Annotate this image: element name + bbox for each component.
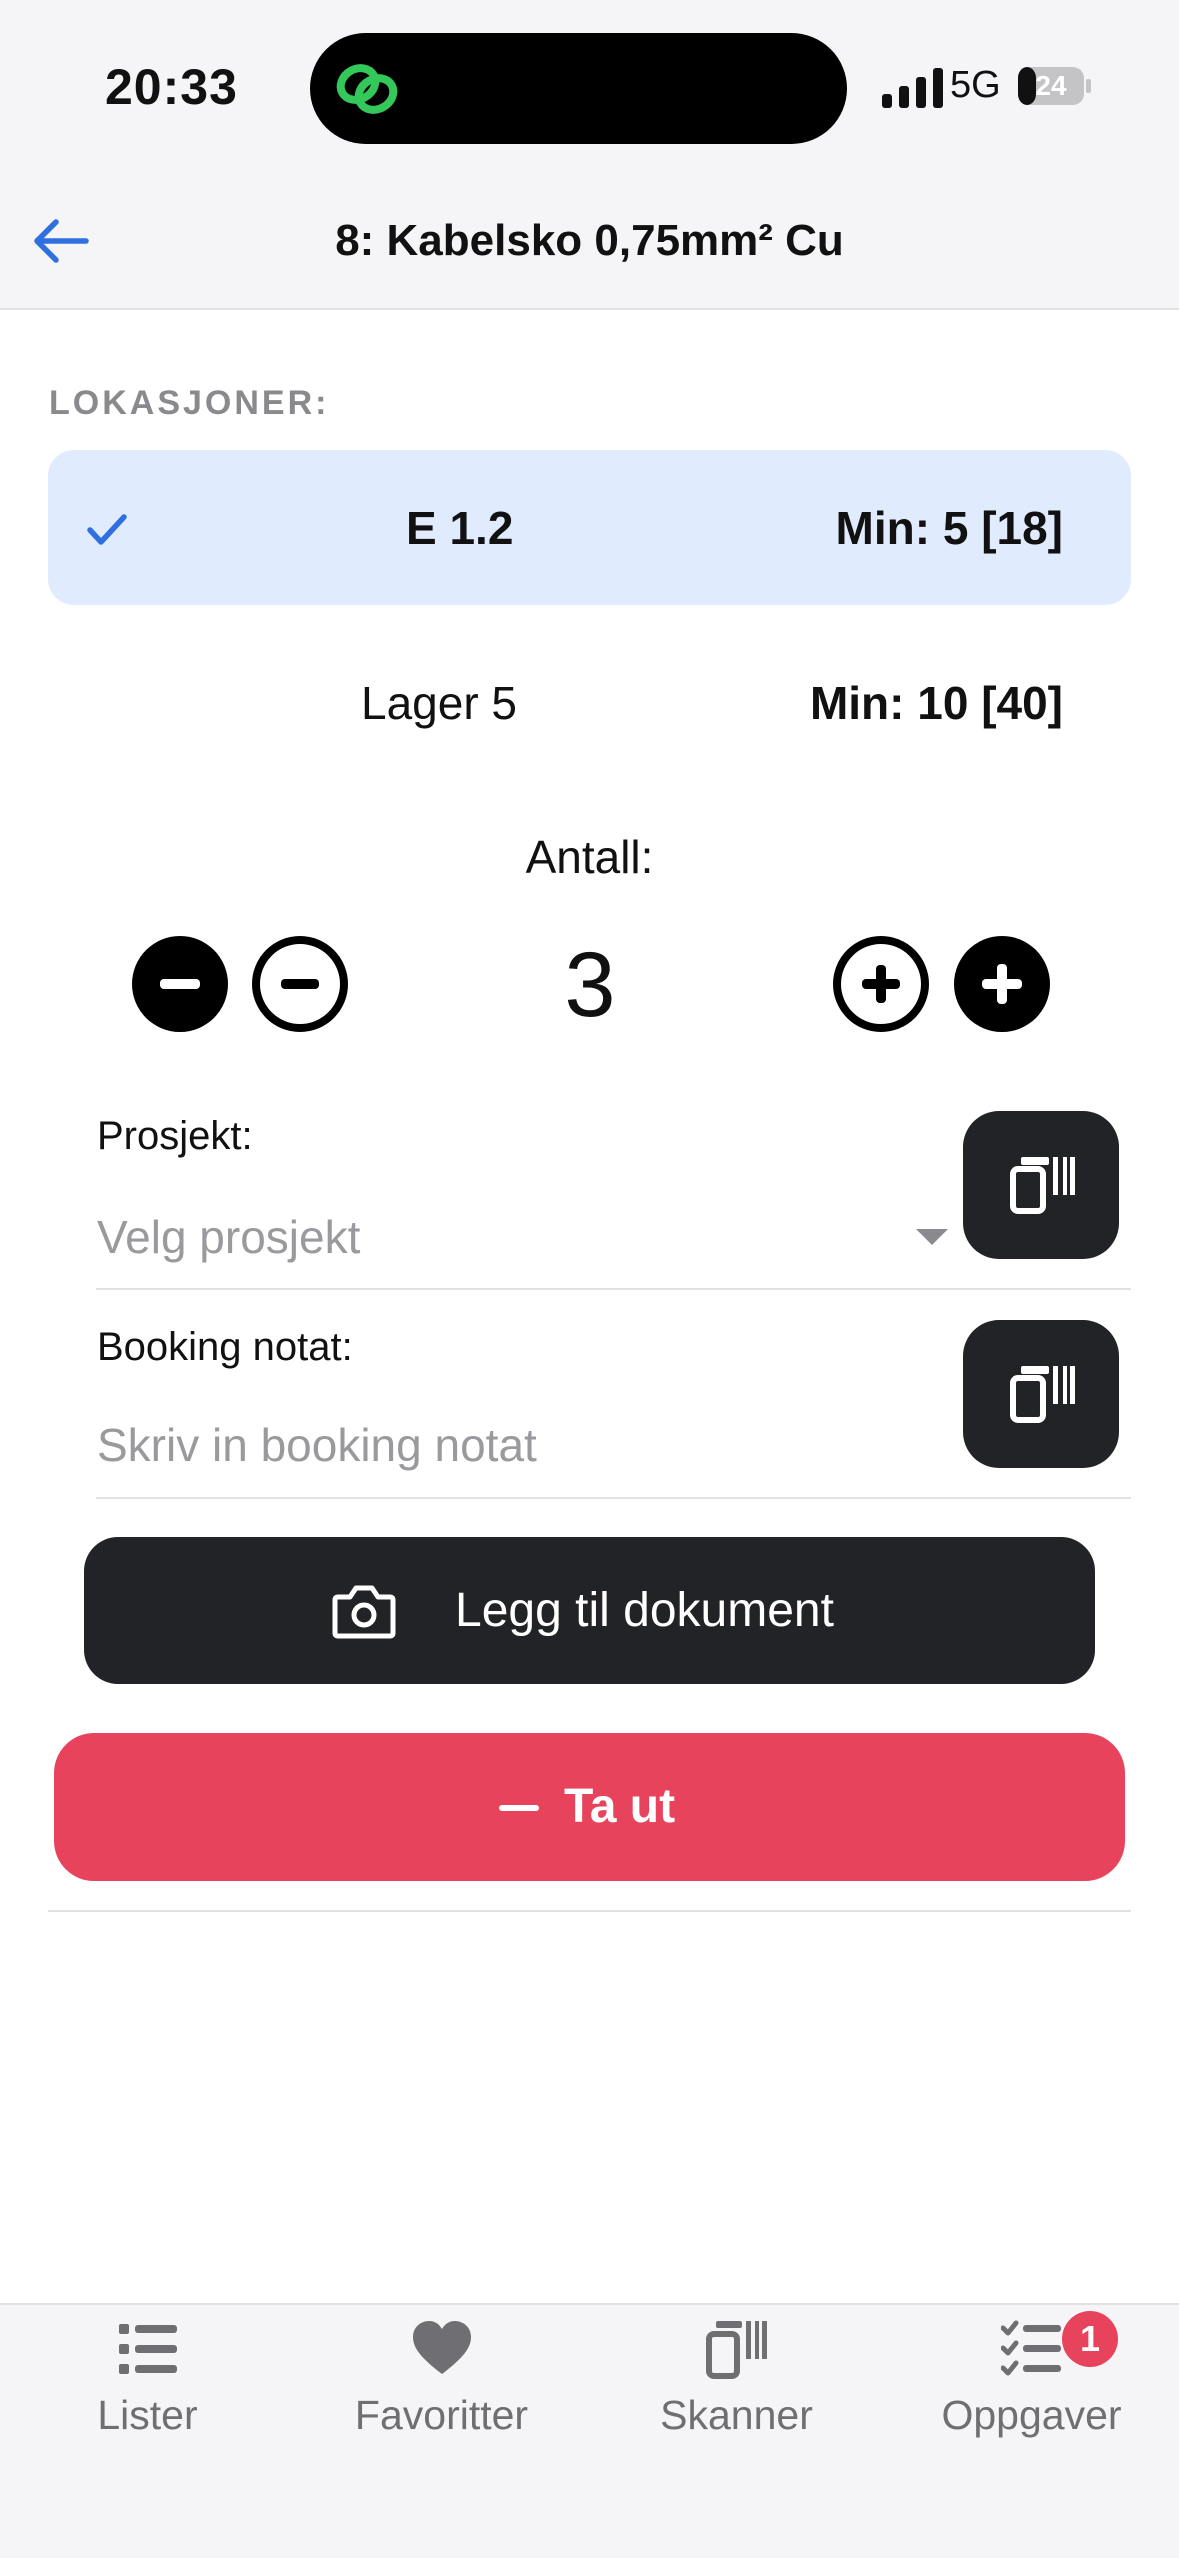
notification-badge: 1: [1062, 2311, 1118, 2367]
decrement-large-button[interactable]: [132, 936, 228, 1032]
tab-lister[interactable]: Lister: [0, 2318, 295, 2448]
tab-oppgaver[interactable]: Oppgaver: [884, 2318, 1179, 2448]
quantity-value: 3: [564, 934, 616, 1036]
locations-section-label: LOKASJONER:: [49, 384, 330, 422]
location-name: E 1.2: [406, 502, 514, 554]
project-divider: [96, 1288, 1131, 1290]
battery-icon: 24: [1017, 66, 1092, 106]
tab-skanner[interactable]: Skanner: [589, 2318, 884, 2448]
checklist-icon: [1001, 2320, 1061, 2376]
project-label: Prosjekt:: [97, 1114, 253, 1158]
location-name: Lager 5: [361, 677, 518, 729]
increment-large-button[interactable]: [954, 936, 1050, 1032]
tab-label: Lister: [97, 2392, 198, 2438]
signal-icon: [882, 68, 943, 108]
minus-icon: [160, 979, 200, 989]
status-time: 20:33: [105, 59, 238, 115]
project-select[interactable]: Velg prosjekt: [97, 1210, 360, 1264]
scanner-icon: [1010, 1157, 1075, 1214]
booking-note-scan-button[interactable]: [963, 1320, 1119, 1468]
network-type: 5G: [950, 64, 1001, 106]
battery-level: 24: [1035, 70, 1067, 101]
project-scan-button[interactable]: [963, 1111, 1119, 1259]
booking-note-input[interactable]: Skriv in booking notat: [97, 1418, 537, 1472]
minus-circle-icon: [281, 979, 319, 989]
tab-favoritter[interactable]: Favoritter: [294, 2318, 589, 2448]
tab-label: Skanner: [660, 2392, 813, 2438]
booking-note-label: Booking notat:: [97, 1325, 353, 1369]
list-icon: [119, 2324, 177, 2374]
heart-icon: [413, 2321, 471, 2374]
decrement-button[interactable]: [252, 936, 348, 1032]
checkmark-icon: [87, 514, 127, 545]
content-divider: [48, 1910, 1131, 1912]
scanner-icon: [706, 2321, 767, 2379]
tab-label: Favoritter: [354, 2392, 529, 2438]
booking-note-divider: [96, 1497, 1131, 1499]
plus-circle-icon: [862, 965, 900, 1003]
plus-icon: [982, 964, 1022, 1004]
quantity-label: Antall:: [525, 831, 654, 883]
take-out-label: Ta ut: [563, 1780, 676, 1833]
scanner-icon: [1010, 1366, 1075, 1423]
dropdown-caret-icon[interactable]: [916, 1227, 948, 1247]
page-title: 8: Kabelsko 0,75mm² Cu: [335, 216, 844, 265]
add-document-label: Legg til dokument: [455, 1584, 834, 1637]
location-min: Min: 10 [40]: [809, 677, 1063, 729]
location-min: Min: 5 [18]: [835, 502, 1063, 554]
link-icon: [336, 64, 398, 114]
tab-label: Oppgaver: [941, 2392, 1122, 2438]
increment-button[interactable]: [833, 936, 929, 1032]
